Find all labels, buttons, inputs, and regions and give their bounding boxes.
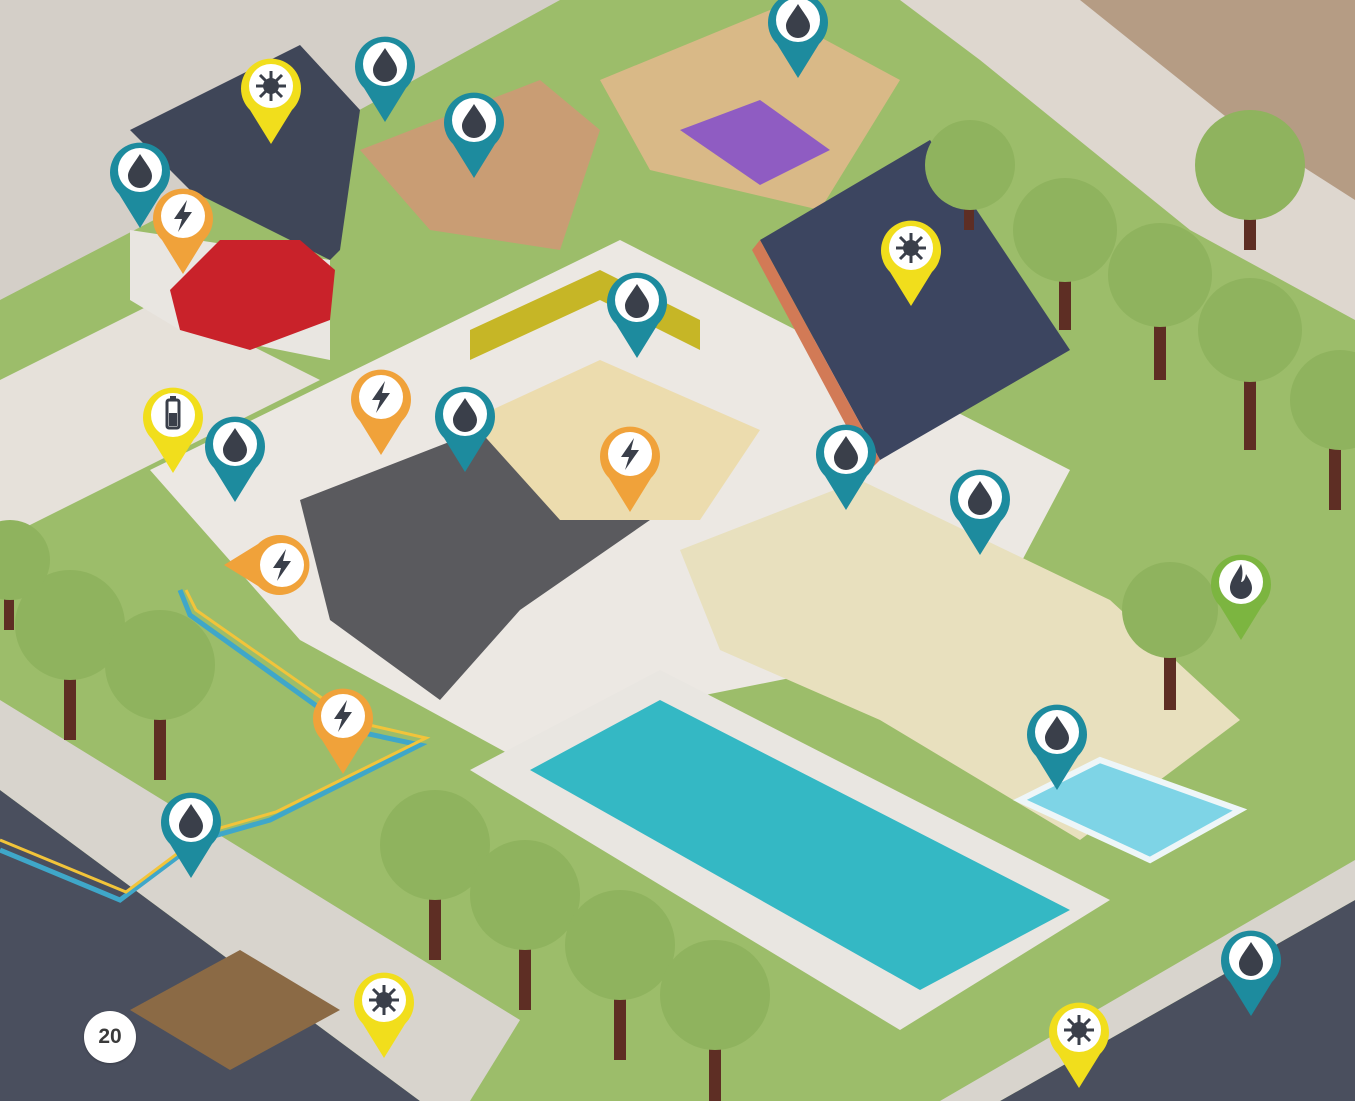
solar-marker[interactable] — [238, 54, 304, 146]
electricity-marker[interactable] — [348, 365, 414, 457]
water-marker[interactable] — [765, 0, 831, 80]
water-marker[interactable] — [813, 420, 879, 512]
electricity-marker[interactable] — [150, 184, 216, 276]
battery-marker[interactable] — [140, 383, 206, 475]
water-drop-icon — [607, 272, 667, 358]
solar-marker[interactable] — [351, 968, 417, 1060]
electricity-marker[interactable] — [597, 422, 663, 514]
lightning-bolt-icon — [153, 188, 213, 274]
water-marker[interactable] — [352, 32, 418, 124]
electricity-marker[interactable] — [222, 532, 310, 624]
water-drop-icon — [1027, 704, 1087, 790]
water-drop-icon — [205, 416, 265, 502]
solar-marker[interactable] — [1046, 998, 1112, 1090]
page-number: 20 — [84, 1011, 136, 1063]
sun-icon — [241, 58, 301, 144]
water-marker[interactable] — [1024, 700, 1090, 792]
lightning-bolt-icon — [351, 369, 411, 455]
sun-icon — [881, 220, 941, 306]
water-drop-icon — [1221, 930, 1281, 1016]
water-drop-icon — [444, 92, 504, 178]
water-drop-icon — [768, 0, 828, 78]
water-drop-icon — [950, 469, 1010, 555]
lightning-bolt-icon — [600, 426, 660, 512]
water-marker[interactable] — [947, 465, 1013, 557]
lightning-bolt-icon — [313, 688, 373, 774]
water-drop-icon — [161, 792, 221, 878]
lightning-bolt-icon — [224, 535, 310, 595]
isometric-house-illustration — [0, 0, 1355, 1101]
water-marker[interactable] — [158, 788, 224, 880]
water-marker[interactable] — [1218, 926, 1284, 1018]
sun-icon — [1049, 1002, 1109, 1088]
electricity-marker[interactable] — [310, 684, 376, 776]
water-drop-icon — [355, 36, 415, 122]
water-drop-icon — [435, 386, 495, 472]
water-marker[interactable] — [432, 382, 498, 474]
water-marker[interactable] — [604, 268, 670, 360]
water-marker[interactable] — [441, 88, 507, 180]
gas-marker[interactable] — [1208, 550, 1274, 642]
gas-flame-icon — [1211, 554, 1271, 640]
water-marker[interactable] — [202, 412, 268, 504]
sun-icon — [354, 972, 414, 1058]
solar-marker[interactable] — [878, 216, 944, 308]
water-drop-icon — [816, 424, 876, 510]
battery-icon — [143, 387, 203, 473]
